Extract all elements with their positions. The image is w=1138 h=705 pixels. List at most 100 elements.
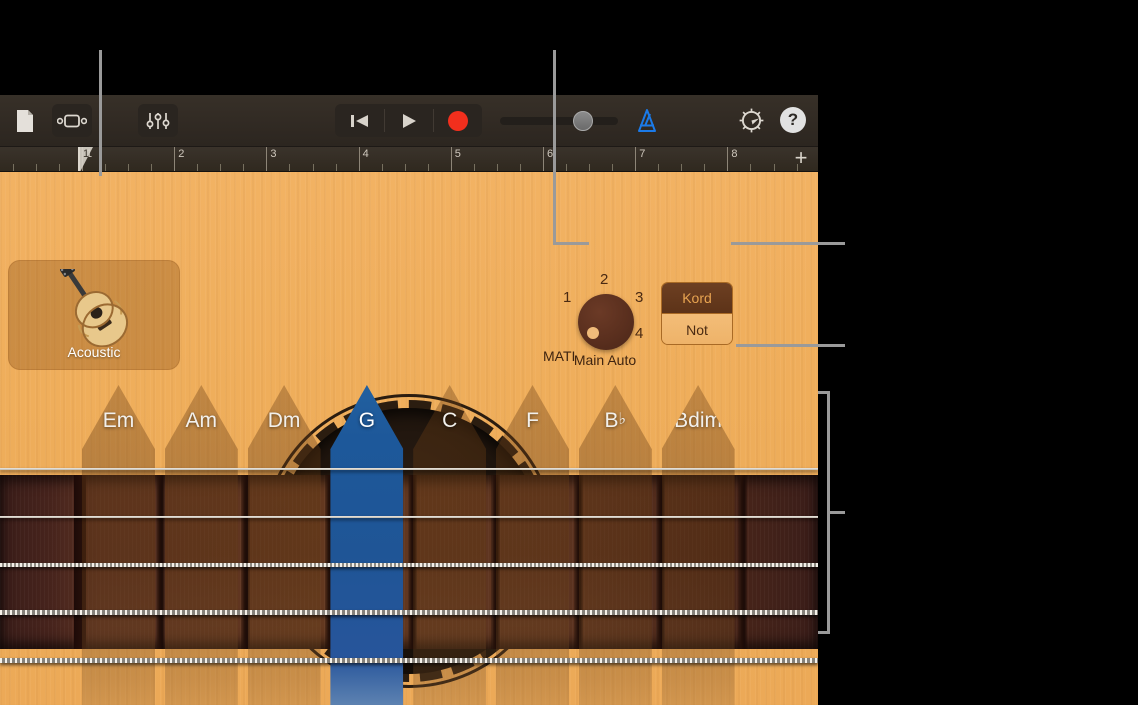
chord-strip-g[interactable]: G: [330, 385, 404, 705]
add-track-button[interactable]: +: [790, 147, 812, 170]
sub-tick: [681, 164, 683, 171]
master-volume-thumb[interactable]: [573, 111, 593, 131]
chord-strip-bdim[interactable]: Bdim: [661, 385, 735, 705]
sub-tick: [519, 164, 521, 171]
chord-label: C: [442, 409, 458, 432]
bar-tick: [727, 147, 729, 171]
instrument-name: Acoustic: [67, 344, 121, 360]
callout-bracket-strings-stem: [830, 511, 845, 514]
string-5[interactable]: [0, 658, 818, 663]
record-button[interactable]: [433, 104, 482, 137]
sub-tick: [151, 164, 153, 171]
metronome-icon[interactable]: [634, 107, 660, 135]
sub-tick: [427, 164, 429, 171]
flat-symbol: ♭: [618, 411, 627, 428]
transport-controls: [335, 104, 482, 137]
settings-gear-icon[interactable]: [738, 107, 765, 134]
knob-position-2: 2: [600, 271, 609, 288]
sub-tick: [773, 164, 775, 171]
right-gutter: [818, 0, 1138, 705]
knob-position-4: 4: [635, 325, 644, 342]
chord-strip-em[interactable]: Em: [82, 385, 155, 705]
sub-tick: [704, 164, 706, 171]
switch-option-kord[interactable]: Kord: [662, 283, 732, 314]
sub-tick: [750, 164, 752, 171]
help-button[interactable]: ?: [780, 107, 806, 133]
chord-label: Bdim: [674, 409, 723, 432]
sub-tick: [473, 164, 475, 171]
sub-tick: [335, 164, 337, 171]
toolbar: ?: [0, 95, 818, 147]
bar-tick: [174, 147, 176, 171]
bar-tick: [358, 147, 360, 171]
guitar-instrument: Acoustic 1 2 3 4 Main Auto MATI Kord Not: [0, 172, 818, 705]
sub-tick: [243, 164, 245, 171]
loop-browser-icon[interactable]: [52, 104, 92, 137]
string-3[interactable]: [0, 563, 818, 567]
document-icon[interactable]: [10, 104, 40, 137]
sub-tick: [566, 164, 568, 171]
callout-line-switch: [731, 242, 845, 245]
sub-tick: [197, 164, 199, 171]
track-controls-icon[interactable]: [138, 104, 178, 137]
garageband-window: ? 12345678 1 + Acoustic 1 2 3 4 Main Aut…: [0, 95, 818, 705]
bar-number: 3: [270, 148, 277, 160]
bar-tick: [266, 147, 268, 171]
chord-label: Dm: [267, 409, 301, 432]
sub-tick: [12, 164, 14, 171]
chord-label: B♭: [604, 409, 627, 432]
chord-strips: Em Am Dm G C F B♭ Bdim: [0, 172, 818, 705]
sub-tick: [381, 164, 383, 171]
switch-option-not[interactable]: Not: [662, 314, 732, 344]
timeline-ruler[interactable]: 12345678 1 +: [0, 147, 818, 172]
chord-notes-switch: Kord Not: [661, 282, 733, 345]
playhead[interactable]: 1: [78, 147, 93, 171]
sub-tick: [35, 164, 37, 171]
bar-tick: [543, 147, 544, 171]
sub-tick: [289, 164, 291, 171]
callout-line-knob-horizontal: [553, 242, 589, 245]
knob-position-3: 3: [635, 289, 644, 306]
knob-off-label: MATI: [543, 348, 576, 364]
sub-tick: [589, 164, 591, 171]
chord-strip-dm[interactable]: Dm: [247, 385, 321, 705]
string-4[interactable]: [0, 610, 818, 615]
rewind-button[interactable]: [335, 104, 384, 137]
callout-line-toolbar: [99, 50, 102, 176]
callout-line-knob-vertical: [553, 50, 556, 245]
chord-label: Em: [102, 409, 135, 432]
chord-label: F: [526, 409, 539, 432]
bar-number: 8: [731, 148, 738, 160]
master-volume-slider[interactable]: [500, 117, 618, 125]
bar-number: 7: [639, 148, 646, 160]
sub-tick: [658, 164, 660, 171]
bar-number: 4: [362, 148, 369, 160]
sub-tick: [220, 164, 222, 171]
sub-tick: [404, 164, 406, 171]
sub-tick: [496, 164, 498, 171]
acoustic-guitar-icon: [42, 262, 148, 348]
play-button[interactable]: [384, 104, 433, 137]
bar-number: 5: [454, 148, 461, 160]
bar-tick: [450, 147, 452, 171]
callout-bracket-strings-bottom: [818, 631, 830, 634]
screenshot-root: ? 12345678 1 + Acoustic 1 2 3 4 Main Aut…: [0, 0, 1138, 705]
chord-label: G: [358, 409, 376, 432]
sub-tick: [58, 164, 60, 171]
string-1[interactable]: [0, 468, 818, 470]
bar-number: 2: [178, 148, 185, 160]
auto-play-knob[interactable]: [578, 294, 634, 350]
sub-tick: [105, 164, 107, 171]
playhead-bar-number: 1: [83, 148, 90, 160]
instrument-tile-acoustic[interactable]: Acoustic: [8, 260, 180, 370]
knob-indicator-dot: [587, 327, 599, 339]
string-2[interactable]: [0, 516, 818, 518]
chord-strip-f[interactable]: F: [496, 385, 569, 705]
top-gutter: [0, 0, 1138, 95]
chord-strip-am[interactable]: Am: [164, 385, 238, 705]
sub-tick: [312, 164, 314, 171]
chord-strip-c[interactable]: C: [413, 385, 487, 705]
chord-strip-b[interactable]: B♭: [578, 385, 652, 705]
callout-bracket-strings-top: [818, 391, 830, 394]
callout-line-chords: [736, 344, 845, 347]
